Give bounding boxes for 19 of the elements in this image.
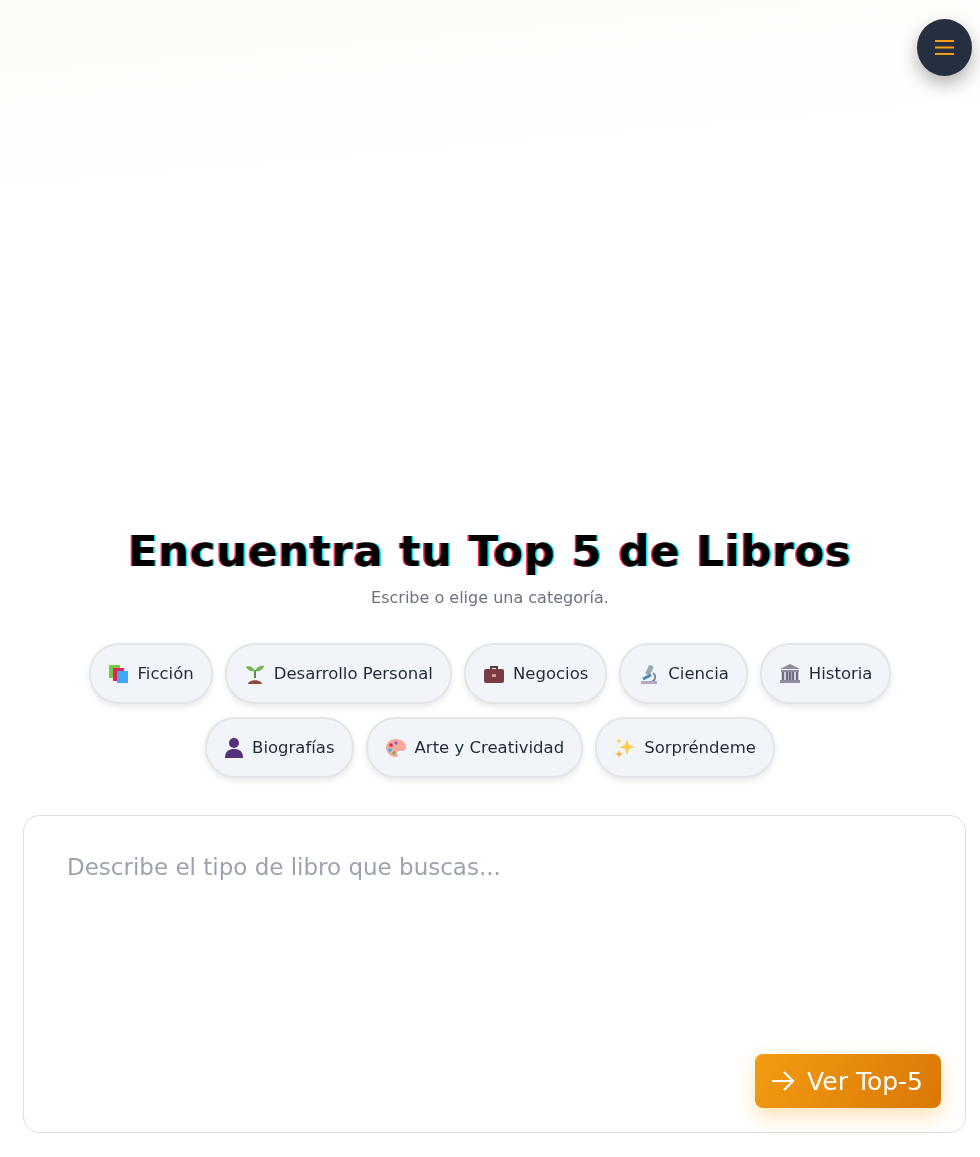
classical-building-icon xyxy=(778,663,801,684)
category-chip[interactable]: Historia xyxy=(759,643,892,704)
category-chip[interactable]: Ficción xyxy=(88,643,213,704)
category-chip[interactable]: Arte y Creatividad xyxy=(365,717,584,778)
category-chip[interactable]: Negocios xyxy=(463,643,608,704)
sparkles-icon xyxy=(614,736,637,759)
category-chip[interactable]: Ciencia xyxy=(619,643,748,704)
arrow-right-icon xyxy=(771,1071,796,1091)
menu-icon xyxy=(935,39,954,56)
briefcase-icon xyxy=(482,663,505,684)
subtitle: Escribe o elige una categoría. xyxy=(371,588,609,607)
palette-icon xyxy=(384,737,407,758)
category-chip[interactable]: Sorpréndeme xyxy=(595,717,775,778)
person-silhouette-icon xyxy=(224,737,245,758)
books-icon xyxy=(107,663,130,684)
category-chip[interactable]: Biografías xyxy=(205,717,354,778)
category-chip[interactable]: Desarrollo Personal xyxy=(224,643,452,704)
page-title: Encuentra tu Top 5 de Libros xyxy=(128,526,852,576)
menu-button[interactable] xyxy=(917,19,972,76)
